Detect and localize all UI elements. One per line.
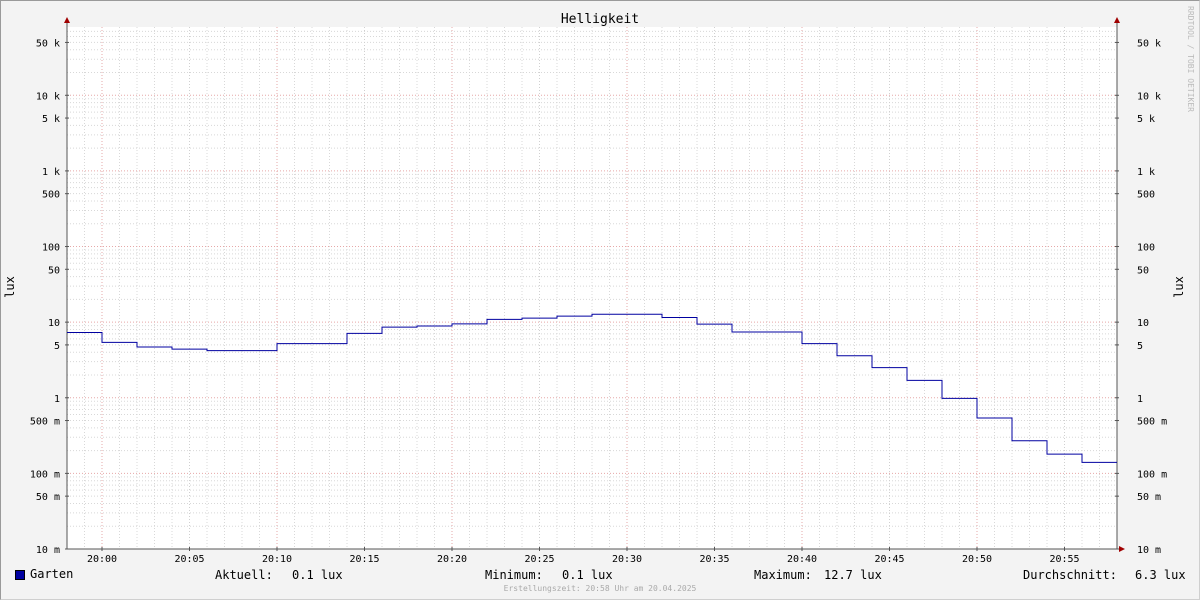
chart-title: Helligkeit bbox=[561, 12, 639, 27]
y-tick-label-left: 50 m bbox=[36, 492, 60, 503]
y-tick-label-left: 5 k bbox=[42, 114, 60, 125]
x-tick-label: 20:00 bbox=[87, 554, 117, 565]
brightness-chart: Helligkeit lux lux 50 k 50 k 10 k 10 k 5 k 5 … bbox=[3, 12, 1186, 565]
x-tick-label: 20:40 bbox=[787, 554, 817, 565]
legend-series-name: Garten bbox=[30, 567, 74, 581]
y-tick-label-right: 5 bbox=[1137, 341, 1143, 352]
y-tick-label-right: 10 m bbox=[1137, 545, 1161, 556]
stat-durchschnitt-value: 6.3 lux bbox=[1135, 568, 1186, 582]
y-tick-label-left: 10 k bbox=[36, 91, 60, 102]
x-axis-arrow bbox=[1119, 546, 1125, 552]
stat-maximum-label: Maximum: bbox=[754, 568, 812, 582]
x-tick-label: 20:50 bbox=[962, 554, 992, 565]
x-tick-label: 20:15 bbox=[349, 554, 379, 565]
x-tick-label: 20:55 bbox=[1049, 554, 1079, 565]
y-axis-label-left: lux bbox=[3, 276, 17, 298]
y-tick-label-right: 50 m bbox=[1137, 492, 1161, 503]
x-tick-label: 20:25 bbox=[524, 554, 554, 565]
y-axis-arrow-right bbox=[1114, 17, 1120, 23]
y-tick-label-left: 100 bbox=[42, 243, 60, 254]
y-tick-label-left: 10 m bbox=[36, 545, 60, 556]
y-tick-label-right: 500 bbox=[1137, 190, 1155, 201]
y-tick-label-right: 50 bbox=[1137, 265, 1149, 276]
x-tick-label: 20:35 bbox=[699, 554, 729, 565]
stat-maximum-value: 12.7 lux bbox=[824, 568, 882, 582]
legend-swatch-garten bbox=[15, 570, 25, 580]
stat-aktuell-label: Aktuell: bbox=[215, 568, 273, 582]
y-tick-label-left: 1 bbox=[54, 394, 60, 405]
y-tick-label-right: 1 bbox=[1137, 394, 1143, 405]
x-tick-label: 20:10 bbox=[262, 554, 292, 565]
y-axis-label-right: lux bbox=[1172, 276, 1186, 298]
y-tick-label-left: 1 k bbox=[42, 167, 60, 178]
y-tick-label-left: 50 bbox=[48, 265, 60, 276]
grid bbox=[66, 27, 1118, 550]
y-tick-label-right: 5 k bbox=[1137, 114, 1155, 125]
x-tick-label: 20:05 bbox=[174, 554, 204, 565]
y-tick-label-right: 100 m bbox=[1137, 469, 1167, 480]
x-tick-label: 20:30 bbox=[612, 554, 642, 565]
x-tick-label: 20:20 bbox=[437, 554, 467, 565]
y-tick-label-right: 50 k bbox=[1137, 38, 1161, 49]
y-tick-label-right: 10 k bbox=[1137, 91, 1161, 102]
rrdtool-watermark: RRDTOOL / TOBI OETIKER bbox=[1186, 6, 1195, 112]
y-tick-label-right: 10 bbox=[1137, 318, 1149, 329]
y-tick-label-left: 50 k bbox=[36, 38, 60, 49]
y-axis-arrow-left bbox=[64, 17, 70, 23]
footer-creation-time: Erstellungszeit: 20:58 Uhr am 20.04.2025 bbox=[503, 584, 697, 593]
y-tick-label-left: 100 m bbox=[30, 469, 60, 480]
y-tick-label-left: 10 bbox=[48, 318, 60, 329]
y-tick-label-right: 100 bbox=[1137, 243, 1155, 254]
y-tick-label-left: 5 bbox=[54, 341, 60, 352]
stat-durchschnitt-label: Durchschnitt: bbox=[1023, 568, 1117, 582]
stat-minimum-label: Minimum: bbox=[485, 568, 543, 582]
stat-aktuell-value: 0.1 lux bbox=[292, 568, 343, 582]
stat-minimum-value: 0.1 lux bbox=[562, 568, 613, 582]
y-tick-label-left: 500 m bbox=[30, 417, 60, 428]
y-tick-label-right: 500 m bbox=[1137, 417, 1167, 428]
x-tick-label: 20:45 bbox=[874, 554, 904, 565]
y-tick-label-right: 1 k bbox=[1137, 167, 1155, 178]
y-tick-label-left: 500 bbox=[42, 190, 60, 201]
